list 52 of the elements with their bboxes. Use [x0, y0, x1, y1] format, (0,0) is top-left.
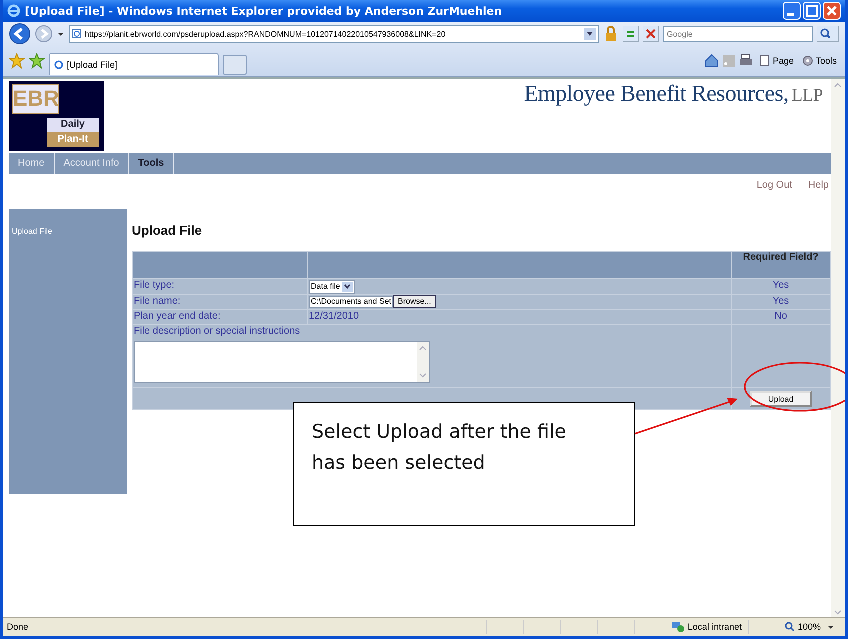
logo-text: Daily — [47, 118, 99, 132]
dropdown-icon[interactable] — [827, 623, 835, 631]
search-field[interactable]: Google — [663, 26, 813, 42]
text-area[interactable] — [134, 341, 430, 383]
status-text: Done — [7, 622, 29, 632]
dropdown-icon[interactable] — [57, 30, 65, 38]
dropdown-icon — [342, 282, 354, 292]
logo-letters: EBR — [12, 84, 59, 114]
page-heading: Upload File — [132, 223, 204, 238]
callout-text: Select Upload after the file has been selected — [293, 402, 635, 526]
logo-text: Plan-It — [47, 132, 99, 147]
required-value: Yes — [732, 294, 830, 310]
minimize-button[interactable] — [783, 2, 801, 20]
zoom-button[interactable]: 100% — [784, 622, 821, 632]
required-value: No — [732, 310, 830, 324]
home-icon[interactable] — [704, 54, 719, 68]
field-value: 12/31/2010 — [309, 311, 360, 322]
network-icon — [670, 621, 685, 633]
add-favorite-icon[interactable] — [29, 53, 45, 69]
tools-menu-button[interactable]: Tools — [800, 54, 839, 68]
address-bar[interactable]: https://planit.ebrworld.com/psderupload.aspx?RANDOMNUM=10120714022010547936008&LINK=20 — [69, 25, 599, 43]
browser-logo-icon — [7, 4, 21, 18]
browser-tab[interactable]: [Upload File] — [49, 53, 219, 75]
scrollbar-icon — [417, 342, 429, 382]
browse-button[interactable]: Browse... — [393, 295, 436, 308]
window-title: [Upload File] - Windows Internet Explorer provided by Anderson ZurMuehlen — [25, 4, 504, 18]
security-zone: Local intranet — [688, 622, 742, 632]
favorites-star-icon[interactable] — [9, 53, 25, 69]
lock-icon — [603, 26, 619, 42]
field-label: File name: — [132, 294, 308, 310]
field-label: Plan year end date: — [132, 310, 308, 324]
search-icon[interactable] — [817, 26, 839, 42]
field-label: File description or special instructions — [134, 325, 302, 339]
field-label: File type: — [132, 278, 308, 294]
zoom-icon — [784, 622, 795, 632]
column-header: Required Field? — [732, 252, 830, 278]
printer-icon[interactable] — [738, 54, 753, 68]
file-type-select[interactable]: Data file — [309, 280, 356, 294]
header-link[interactable]: Log Out — [756, 180, 792, 204]
dropdown-icon[interactable] — [584, 28, 596, 40]
company-suffix: LLP — [792, 85, 823, 106]
upload-button[interactable]: Upload — [750, 391, 812, 407]
page-menu-button[interactable]: Page — [756, 54, 796, 68]
required-value: Yes — [732, 278, 830, 294]
back-button[interactable] — [9, 23, 31, 45]
close-button[interactable] — [823, 2, 841, 20]
nav-link[interactable]: Tools — [129, 153, 174, 174]
company-name: Employee Benefit Resources, — [524, 81, 789, 107]
gear-icon — [802, 55, 814, 67]
header-link[interactable]: Help — [808, 180, 829, 204]
stop-icon[interactable] — [643, 26, 659, 42]
maximize-button[interactable] — [803, 2, 821, 20]
